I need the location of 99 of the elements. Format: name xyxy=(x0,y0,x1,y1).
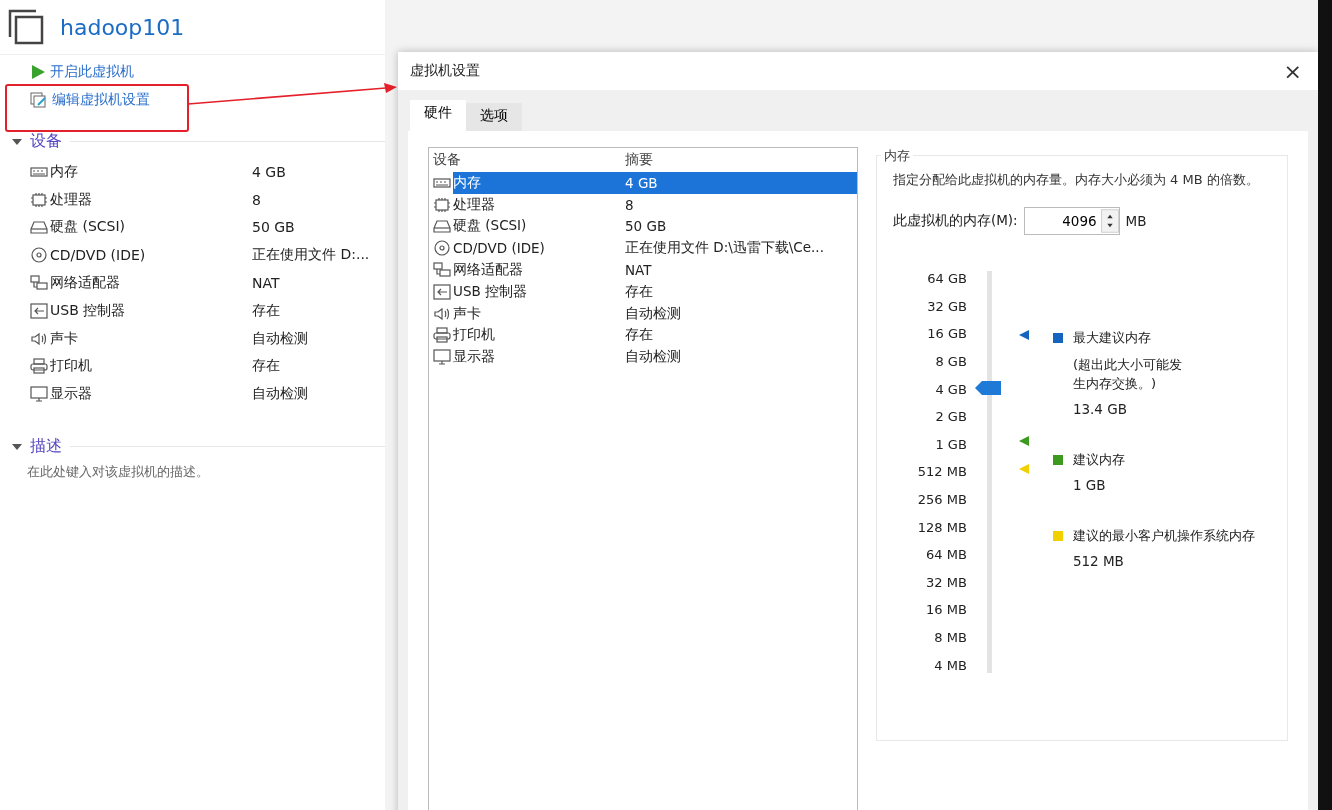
device-summary[interactable]: 8 xyxy=(625,193,857,216)
network-icon xyxy=(30,275,48,292)
tab[interactable]: 硬件 xyxy=(410,100,466,131)
device-name[interactable]: 打印机 xyxy=(453,324,625,347)
description-placeholder[interactable]: 在此处键入对该虚拟机的描述。 xyxy=(0,457,385,482)
device-name: 声卡 xyxy=(50,329,78,348)
device-summary[interactable]: 4 GB xyxy=(625,172,857,194)
legend-value: 512 MB xyxy=(1072,553,1125,569)
device-summary: NAT xyxy=(252,275,281,292)
device-name[interactable]: 处理器 xyxy=(453,193,625,216)
network-icon xyxy=(433,262,451,279)
group-title: 内存 xyxy=(880,147,913,165)
device-summary: 4 GB xyxy=(252,163,287,180)
speaker-icon xyxy=(433,305,451,322)
scale-label: 256 MB xyxy=(916,491,967,510)
speaker-icon xyxy=(30,330,48,347)
disc-icon xyxy=(30,247,48,264)
play-icon xyxy=(30,64,46,80)
device-name: 显示器 xyxy=(50,385,92,404)
action-link[interactable]: 编辑虚拟机设置 xyxy=(30,91,385,109)
marker-icon xyxy=(1018,464,1029,474)
scale-label: 4 GB xyxy=(934,380,967,399)
device-name[interactable]: 网络适配器 xyxy=(453,259,625,281)
scale-label: 16 MB xyxy=(925,601,967,620)
device-name: USB 控制器 xyxy=(50,301,126,320)
printer-icon xyxy=(30,358,48,375)
scale-label: 32 MB xyxy=(925,573,967,592)
device-name: 网络适配器 xyxy=(50,274,120,293)
chip-icon xyxy=(30,191,48,208)
device-summary: 50 GB xyxy=(252,219,296,236)
slider-thumb[interactable] xyxy=(974,381,1001,396)
disc-icon xyxy=(433,240,451,257)
device-summary: 正在使用文件 D:... xyxy=(252,246,371,265)
section-title: 设备 xyxy=(30,131,62,152)
collapse-arrow-icon[interactable] xyxy=(12,442,22,451)
printer-icon xyxy=(433,327,451,344)
scale-label: 2 GB xyxy=(934,408,967,427)
field-label: 此虚拟机的内存(M): xyxy=(892,212,1018,230)
device-summary[interactable]: NAT xyxy=(625,259,857,281)
column-header: 摘要 xyxy=(625,150,654,169)
device-name[interactable]: USB 控制器 xyxy=(453,281,625,303)
edit-settings-icon xyxy=(30,92,48,108)
close-button[interactable]: × xyxy=(1279,58,1306,84)
scale-label: 8 MB xyxy=(933,629,967,647)
device-summary: 存在 xyxy=(252,357,281,376)
scale-label: 512 MB xyxy=(916,463,967,482)
device-name[interactable]: 内存 xyxy=(453,172,625,194)
monitor-icon xyxy=(30,386,48,403)
device-name: 硬盘 (SCSI) xyxy=(50,218,126,237)
column-header: 设备 xyxy=(433,150,462,169)
scale-label: 8 GB xyxy=(934,353,967,372)
legend-label: 建议内存 xyxy=(1072,451,1126,469)
legend-note: (超出此大小可能发生内存交换。) xyxy=(1072,356,1183,393)
memory-description: 指定分配给此虚拟机的内存量。内存大小必须为 4 MB 的倍数。 xyxy=(892,171,1260,189)
chip-icon xyxy=(433,196,451,213)
usb-icon xyxy=(433,283,451,300)
legend-label: 建议的最小客户机操作系统内存 xyxy=(1072,527,1255,545)
monitor-icon xyxy=(433,349,451,366)
legend-value: 1 GB xyxy=(1072,477,1107,493)
device-name: 处理器 xyxy=(50,190,92,209)
collapse-arrow-icon[interactable] xyxy=(12,137,22,146)
legend-label: 最大建议内存 xyxy=(1072,329,1152,347)
unit-label: MB xyxy=(1125,213,1147,229)
device-name: 打印机 xyxy=(50,357,92,376)
dialog-title: 虚拟机设置 xyxy=(410,62,480,80)
device-summary[interactable]: 自动检测 xyxy=(625,346,857,369)
action-link[interactable]: 开启此虚拟机 xyxy=(30,63,385,81)
tab[interactable]: 选项 xyxy=(466,103,522,131)
scale-label: 32 GB xyxy=(926,297,967,316)
virtual-machine-icon xyxy=(8,9,44,45)
device-summary[interactable]: 存在 xyxy=(625,324,857,347)
device-name[interactable]: 硬盘 (SCSI) xyxy=(453,215,625,238)
vm-title: hadoop101 xyxy=(60,14,185,40)
device-name[interactable]: 声卡 xyxy=(453,302,625,325)
device-summary: 8 xyxy=(252,191,262,208)
device-summary[interactable]: 正在使用文件 D:\迅雷下载\Ce... xyxy=(625,237,857,260)
device-summary[interactable]: 存在 xyxy=(625,281,857,303)
spinner-icon[interactable] xyxy=(1100,208,1119,234)
scale-label: 4 MB xyxy=(933,656,967,675)
scale-label: 1 GB xyxy=(934,435,967,454)
device-name[interactable]: CD/DVD (IDE) xyxy=(453,237,625,260)
marker-icon xyxy=(1018,330,1029,340)
legend-value: 13.4 GB xyxy=(1072,401,1128,417)
device-summary: 存在 xyxy=(252,301,281,320)
scale-label: 128 MB xyxy=(916,518,967,537)
device-name[interactable]: 显示器 xyxy=(453,346,625,369)
device-summary: 自动检测 xyxy=(252,385,309,404)
device-name: CD/DVD (IDE) xyxy=(50,247,146,264)
scale-label: 64 GB xyxy=(926,270,967,289)
marker-icon xyxy=(1018,436,1029,446)
device-summary[interactable]: 自动检测 xyxy=(625,302,857,325)
device-summary[interactable]: 50 GB xyxy=(625,215,857,238)
scale-label: 64 MB xyxy=(925,546,967,565)
scale-label: 16 GB xyxy=(926,325,967,344)
usb-icon xyxy=(30,302,48,319)
section-title: 描述 xyxy=(30,436,62,458)
device-summary: 自动检测 xyxy=(252,329,309,348)
device-name: 内存 xyxy=(50,162,78,181)
memory-field[interactable]: 4096 xyxy=(1023,207,1120,235)
